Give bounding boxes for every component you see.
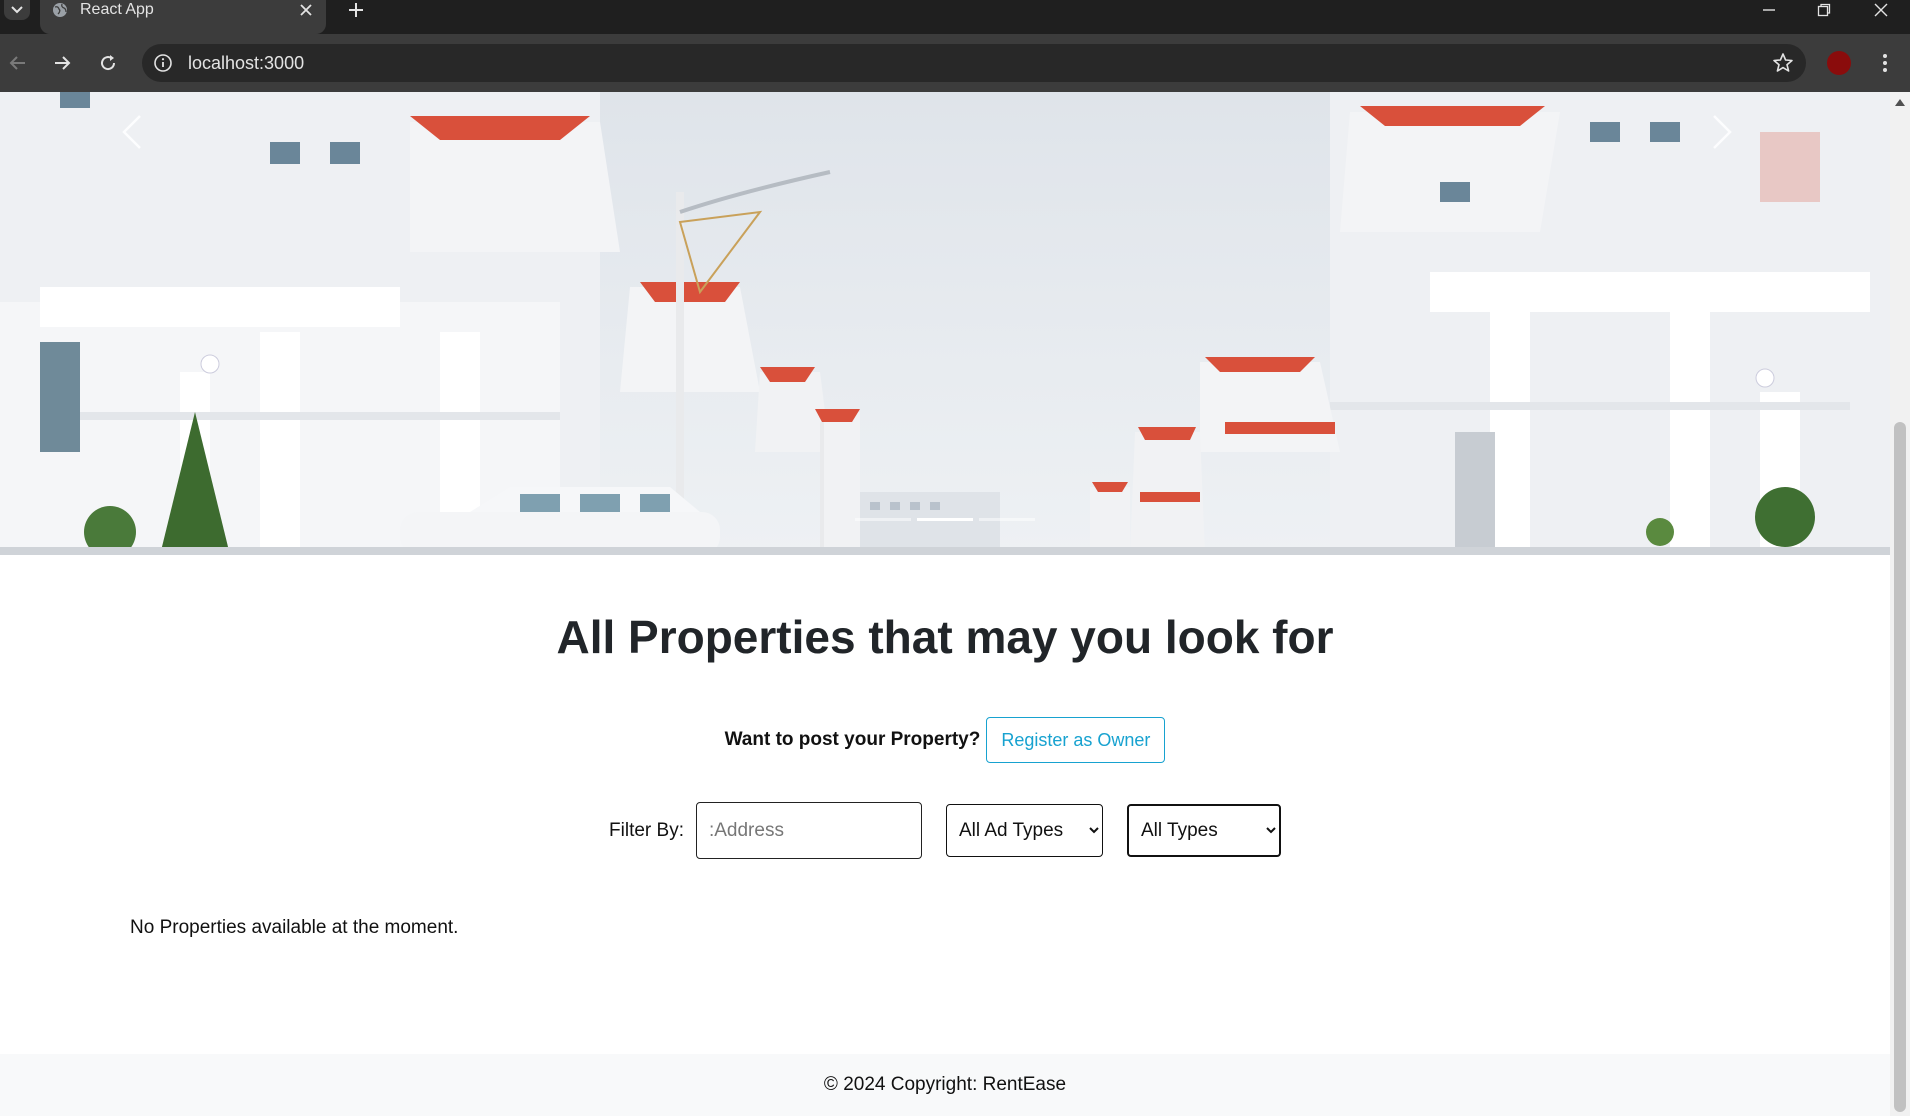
register-owner-button[interactable]: Register as Owner: [986, 717, 1166, 763]
filter-bar: Filter By: All Ad Types All Types: [0, 802, 1890, 859]
hero-carousel: [0, 92, 1890, 555]
url-text[interactable]: localhost:3000: [188, 44, 304, 82]
close-window-button[interactable]: [1867, 0, 1895, 20]
minimize-icon: [1763, 9, 1775, 11]
page-scrollbar[interactable]: [1890, 92, 1910, 1116]
filter-label: Filter By:: [609, 819, 684, 841]
browser-tab[interactable]: React App: [40, 0, 326, 34]
reload-icon: [101, 55, 116, 71]
kebab-menu-icon: [1883, 54, 1887, 72]
star-icon[interactable]: [1772, 52, 1794, 74]
forward-button[interactable]: [50, 51, 74, 75]
profile-avatar[interactable]: [1827, 51, 1851, 75]
tab-title: React App: [80, 1, 154, 18]
tab-list-button[interactable]: [4, 0, 30, 20]
globe-icon: [53, 3, 67, 17]
cta-text: Want to post your Property?: [724, 729, 981, 750]
arrow-right-icon: [55, 56, 71, 70]
scrollbar-thumb[interactable]: [1894, 422, 1906, 1112]
carousel-indicator[interactable]: [979, 518, 1035, 521]
restore-icon: [1817, 3, 1831, 17]
reload-button[interactable]: [96, 51, 120, 75]
carousel-indicators: [0, 518, 1890, 524]
close-icon[interactable]: [298, 2, 314, 18]
carousel-next-button[interactable]: [1662, 92, 1782, 172]
page-viewport: All Properties that may you look for Wan…: [0, 92, 1890, 1116]
carousel-indicator[interactable]: [917, 518, 973, 521]
close-icon: [1874, 3, 1888, 17]
carousel-slide-image: [0, 92, 1890, 555]
address-bar[interactable]: localhost:3000: [142, 44, 1806, 82]
chevron-left-icon: [122, 115, 141, 149]
owner-cta: Want to post your Property? Register as …: [0, 717, 1890, 763]
footer: © 2024 Copyright: RentEase: [0, 1054, 1890, 1116]
plus-icon[interactable]: [346, 0, 366, 20]
browser-menu-button[interactable]: [1876, 51, 1894, 75]
info-icon[interactable]: [152, 52, 174, 74]
restore-button[interactable]: [1810, 0, 1838, 20]
scroll-up-arrow-icon[interactable]: [1895, 98, 1905, 106]
ad-type-select[interactable]: All Ad Types: [945, 804, 1103, 857]
property-type-select[interactable]: All Types: [1126, 804, 1281, 857]
carousel-prev-button[interactable]: [72, 92, 192, 172]
copyright-text: © 2024 Copyright: RentEase: [823, 1074, 1067, 1095]
address-filter-input[interactable]: [695, 802, 922, 859]
carousel-indicator[interactable]: [855, 518, 911, 521]
minimize-button[interactable]: [1755, 0, 1783, 20]
page-title: All Properties that may you look for: [556, 611, 1334, 663]
arrow-left-icon: [9, 56, 25, 70]
back-button[interactable]: [6, 51, 30, 75]
empty-state-message: No Properties available at the moment.: [130, 917, 459, 938]
chevron-down-icon: [11, 6, 23, 14]
browser-toolbar: localhost:3000: [0, 34, 1910, 92]
browser-tab-bar: React App: [0, 0, 1910, 34]
chevron-right-icon: [1713, 115, 1732, 149]
